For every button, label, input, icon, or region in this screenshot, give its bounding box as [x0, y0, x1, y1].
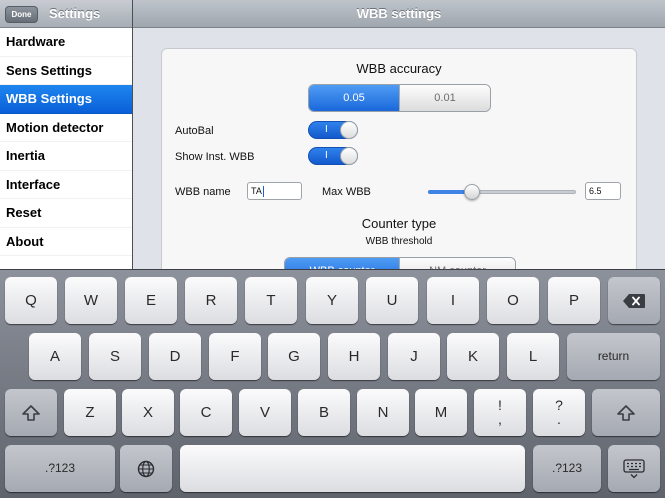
max-wbb-value-field[interactable]: 6.5 — [585, 182, 621, 200]
key-i[interactable]: I — [427, 277, 479, 324]
max-wbb-slider-track[interactable] — [428, 190, 576, 194]
detail-pane: WBB settings WBB accuracy 0.05 0.01 Auto… — [133, 0, 665, 270]
globe-key[interactable] — [120, 445, 172, 492]
key-f[interactable]: F — [209, 333, 261, 380]
sidebar-item-inertia[interactable]: Inertia — [0, 142, 132, 171]
key-y[interactable]: Y — [306, 277, 358, 324]
max-wbb-slider-thumb[interactable] — [464, 184, 481, 200]
sidebar-item-hardware[interactable]: Hardware — [0, 28, 132, 57]
show-inst-wbb-label: Show Inst. WBB — [175, 151, 255, 163]
key-n[interactable]: N — [357, 389, 409, 436]
key-a[interactable]: A — [29, 333, 81, 380]
key-o[interactable]: O — [487, 277, 539, 324]
toggle-on-mark: I — [325, 124, 328, 135]
return-key[interactable]: return — [567, 333, 660, 380]
numbers-key-left[interactable]: .?123 — [5, 445, 115, 492]
key-k[interactable]: K — [447, 333, 499, 380]
key-w[interactable]: W — [65, 277, 117, 324]
sidebar-item-wbb-settings[interactable]: WBB Settings — [0, 85, 132, 114]
page-title: WBB settings — [356, 6, 442, 21]
key-comma-label: , — [498, 411, 502, 427]
wbb-name-input[interactable]: TA — [247, 182, 302, 200]
toggle-knob — [340, 147, 358, 165]
key-g[interactable]: G — [268, 333, 320, 380]
show-inst-wbb-toggle[interactable]: I — [308, 147, 358, 165]
space-bar[interactable] — [180, 445, 525, 492]
shift-key-right[interactable] — [592, 389, 660, 436]
key-r[interactable]: R — [185, 277, 237, 324]
key-t[interactable]: T — [245, 277, 297, 324]
key-d[interactable]: D — [149, 333, 201, 380]
key-e[interactable]: E — [125, 277, 177, 324]
keyboard-dismiss-icon — [623, 459, 645, 479]
accuracy-title: WBB accuracy — [356, 61, 442, 76]
text-caret — [262, 186, 264, 198]
autobal-toggle[interactable]: I — [308, 121, 358, 139]
key-x[interactable]: X — [122, 389, 174, 436]
key-h[interactable]: H — [328, 333, 380, 380]
toggle-on-mark: I — [325, 150, 328, 161]
key-q[interactable]: Q — [5, 277, 57, 324]
accuracy-option-005[interactable]: 0.05 — [309, 85, 399, 111]
key-v[interactable]: V — [239, 389, 291, 436]
key-exclaim-comma[interactable]: ! , — [474, 389, 526, 436]
key-period-label: . — [557, 411, 561, 427]
sidebar-item-interface[interactable]: Interface — [0, 171, 132, 199]
key-z[interactable]: Z — [64, 389, 116, 436]
key-b[interactable]: B — [298, 389, 350, 436]
shift-icon — [22, 405, 40, 421]
counter-type-title: Counter type — [361, 216, 437, 231]
master-navbar: Done Settings — [0, 0, 132, 28]
key-s[interactable]: S — [89, 333, 141, 380]
numbers-key-right[interactable]: .?123 — [533, 445, 601, 492]
dismiss-keyboard-key[interactable] — [608, 445, 660, 492]
globe-icon — [137, 460, 155, 478]
key-j[interactable]: J — [388, 333, 440, 380]
sidebar-item-sens-settings[interactable]: Sens Settings — [0, 57, 132, 85]
shift-key-left[interactable] — [5, 389, 57, 436]
key-exclaim-label: ! — [498, 397, 502, 413]
settings-card: WBB accuracy 0.05 0.01 AutoBal I Show In… — [161, 48, 637, 270]
detail-navbar: WBB settings — [133, 0, 665, 28]
toggle-knob — [340, 121, 358, 139]
key-c[interactable]: C — [180, 389, 232, 436]
accuracy-segmented-control: 0.05 0.01 — [308, 84, 491, 112]
key-l[interactable]: L — [507, 333, 559, 380]
accuracy-option-001[interactable]: 0.01 — [399, 85, 490, 111]
master-pane: Done Settings Hardware Sens Settings WBB… — [0, 0, 132, 270]
key-u[interactable]: U — [366, 277, 418, 324]
key-m[interactable]: M — [415, 389, 467, 436]
sidebar-item-about[interactable]: About — [0, 228, 132, 256]
counter-type-subtitle: WBB threshold — [365, 236, 433, 247]
autobal-label: AutoBal — [175, 125, 214, 137]
key-question-period[interactable]: ? . — [533, 389, 585, 436]
key-question-label: ? — [555, 397, 563, 413]
delete-icon — [623, 293, 645, 308]
master-title: Settings — [49, 6, 101, 21]
sidebar-item-reset[interactable]: Reset — [0, 199, 132, 228]
on-screen-keyboard: Q W E R T Y U I O P A S D F G H J K L re… — [0, 269, 665, 498]
shift-icon — [617, 405, 635, 421]
done-button[interactable]: Done — [5, 6, 38, 23]
max-wbb-label: Max WBB — [322, 186, 371, 198]
sidebar-item-motion-detector[interactable]: Motion detector — [0, 114, 132, 142]
key-p[interactable]: P — [548, 277, 600, 324]
delete-key[interactable] — [608, 277, 660, 324]
wbb-name-label: WBB name — [175, 186, 231, 198]
